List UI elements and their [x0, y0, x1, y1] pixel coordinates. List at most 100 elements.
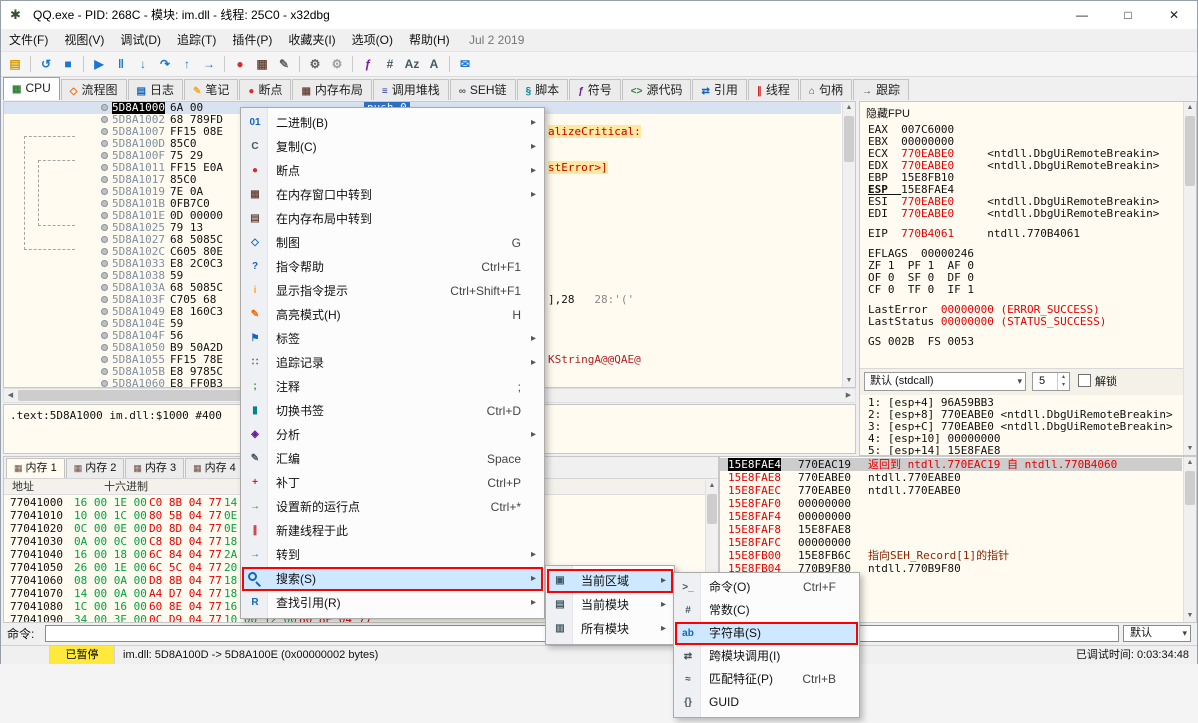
menu-item[interactable]: ▤在内存布局中转到: [242, 207, 543, 231]
stack-vertical-scrollbar[interactable]: ▲ ▼: [1183, 457, 1196, 622]
breakpoint-dot[interactable]: [101, 212, 108, 219]
menu-item[interactable]: ?指令帮助Ctrl+F1: [242, 255, 543, 279]
argument-line[interactable]: 5: [esp+14] 15E8FAE8: [868, 445, 1181, 456]
scroll-down-icon[interactable]: ▼: [1184, 610, 1196, 622]
tab-threads[interactable]: ∥线程: [748, 79, 799, 100]
menu-item[interactable]: ▥所有模块▸: [547, 617, 673, 641]
register-line[interactable]: GS 002B FS 0053: [868, 336, 1181, 348]
menu-item[interactable]: ;注释;: [242, 375, 543, 399]
scroll-up-icon[interactable]: ▲: [1184, 457, 1196, 469]
menu-item[interactable]: ⚑标签▸: [242, 327, 543, 351]
stack-row[interactable]: 15E8FAF000000000: [720, 497, 1182, 510]
constants-icon[interactable]: #: [380, 54, 400, 74]
menu-item[interactable]: ✎汇编Space: [242, 447, 543, 471]
maximize-button[interactable]: □: [1105, 1, 1151, 29]
stack-row[interactable]: 15E8FAFC00000000: [720, 536, 1182, 549]
breakpoint-dot[interactable]: [101, 344, 108, 351]
breakpoint-dot[interactable]: [101, 224, 108, 231]
scroll-down-icon[interactable]: ▼: [1184, 443, 1196, 455]
breakpoint-dot[interactable]: [101, 164, 108, 171]
step-into-icon[interactable]: ↓: [133, 54, 153, 74]
tab-source[interactable]: <>源代码: [622, 79, 692, 100]
hide-fpu-button[interactable]: 隐藏FPU: [866, 105, 910, 121]
menu-item[interactable]: ab字符串(S): [675, 622, 858, 645]
command-profile-dropdown[interactable]: 默认 ▾: [1123, 625, 1191, 642]
breakpoint-dot[interactable]: [101, 248, 108, 255]
menubar-item[interactable]: 文件(F): [1, 29, 56, 51]
calling-convention-select[interactable]: 默认 (stdcall) ▾: [864, 372, 1026, 391]
menu-item[interactable]: ✎高亮模式(H)H: [242, 303, 543, 327]
argument-count-spinner[interactable]: 5 ▴▾: [1032, 372, 1070, 391]
menu-item[interactable]: ▣当前区域▸: [547, 569, 673, 593]
menubar-item[interactable]: 调试(D): [112, 29, 169, 51]
settings-icon[interactable]: ⚙: [305, 54, 325, 74]
unlock-checkbox[interactable]: 解锁: [1078, 374, 1117, 389]
menu-item[interactable]: ◇制图G: [242, 231, 543, 255]
register-line[interactable]: LastStatus 00000000 (STATUS_SUCCESS): [868, 316, 1181, 328]
breakpoint-dot[interactable]: [101, 152, 108, 159]
menu-item[interactable]: ▦在内存窗口中转到▸: [242, 183, 543, 207]
tab-handles[interactable]: ⌂句柄: [800, 79, 852, 100]
menubar-item[interactable]: 帮助(H): [401, 29, 458, 51]
menubar-item[interactable]: 插件(P): [224, 29, 280, 51]
scroll-down-icon[interactable]: ▼: [843, 375, 855, 387]
scroll-up-icon[interactable]: ▲: [843, 102, 855, 114]
tab-trace[interactable]: →跟踪: [853, 79, 909, 100]
spinner-buttons[interactable]: ▴▾: [1057, 373, 1069, 390]
breakpoint-dot[interactable]: [101, 284, 108, 291]
stack-row[interactable]: 15E8FAE4770EAC19返回到 ntdll.770EAC19 自 ntd…: [720, 458, 1182, 471]
menu-item[interactable]: ∥新建线程于此: [242, 519, 543, 543]
breakpoint-dot[interactable]: [101, 356, 108, 363]
dump-tab-mem-2[interactable]: ▦内存 2: [66, 458, 125, 478]
tab-script[interactable]: §脚本: [517, 79, 569, 100]
breakpoint-dot[interactable]: [101, 308, 108, 315]
tab-memory-map[interactable]: ▦内存布局: [292, 79, 371, 100]
breakpoint-dot[interactable]: [101, 140, 108, 147]
menu-item[interactable]: >_命令(O)Ctrl+F: [675, 576, 858, 599]
spinner-up-icon[interactable]: ▴: [1062, 374, 1065, 380]
menu-item[interactable]: →设置新的运行点Ctrl+*: [242, 495, 543, 519]
restart-icon[interactable]: ↺: [36, 54, 56, 74]
menubar-item[interactable]: 追踪(T): [169, 29, 224, 51]
menu-item[interactable]: {}GUID: [675, 691, 858, 714]
stack-row[interactable]: 15E8FAE8770EABE0ntdll.770EABE0: [720, 471, 1182, 484]
run-icon[interactable]: ▶: [89, 54, 109, 74]
menubar-item[interactable]: 视图(V): [56, 29, 112, 51]
tab-call-stack[interactable]: ≡调用堆栈: [373, 79, 449, 100]
pause-icon[interactable]: ‖: [111, 54, 131, 74]
scrollbar-thumb[interactable]: [1185, 471, 1195, 505]
menu-item[interactable]: →转到▸: [242, 543, 543, 567]
breakpoint-dot[interactable]: [101, 272, 108, 279]
menubar-item[interactable]: 选项(O): [344, 29, 401, 51]
stop-icon[interactable]: ■: [58, 54, 78, 74]
disasm-vertical-scrollbar[interactable]: ▲ ▼: [842, 102, 855, 387]
tab-references[interactable]: ⇄引用: [692, 79, 746, 100]
tab-graph[interactable]: ◇流程图: [61, 79, 127, 100]
menu-item[interactable]: ≈匹配特征(P)Ctrl+B: [675, 668, 858, 691]
step-over-icon[interactable]: ↷: [155, 54, 175, 74]
breakpoint-dot[interactable]: [101, 176, 108, 183]
fx-icon[interactable]: ƒ: [358, 54, 378, 74]
scrollbar-thumb[interactable]: [844, 116, 854, 162]
close-button[interactable]: ✕: [1151, 1, 1197, 29]
scroll-up-icon[interactable]: ▲: [1184, 102, 1196, 114]
scroll-left-icon[interactable]: ◀: [4, 389, 17, 402]
breakpoint-dot[interactable]: [101, 200, 108, 207]
menu-item[interactable]: ∷追踪记录▸: [242, 351, 543, 375]
case-icon[interactable]: Az: [402, 54, 422, 74]
menu-item[interactable]: 搜索(S)▸: [242, 567, 543, 591]
breakpoint-dot[interactable]: [101, 380, 108, 387]
menu-item[interactable]: ▮切换书签Ctrl+D: [242, 399, 543, 423]
menu-item[interactable]: i显示指令提示Ctrl+Shift+F1: [242, 279, 543, 303]
memory-map-icon[interactable]: ▦: [252, 54, 272, 74]
stack-row[interactable]: 15E8FB0015E8FB6C指向SEH_Record[1]的指针: [720, 549, 1182, 562]
tab-log[interactable]: ▤日志: [128, 79, 183, 100]
menu-item[interactable]: +补丁Ctrl+P: [242, 471, 543, 495]
scrollbar-thumb[interactable]: [1185, 116, 1195, 186]
breakpoint-dot[interactable]: [101, 368, 108, 375]
minimize-button[interactable]: —: [1059, 1, 1105, 29]
breakpoint-icon[interactable]: ●: [230, 54, 250, 74]
register-line[interactable]: EDI 770EABE0 <ntdll.DbgUiRemoteBreakin>: [868, 208, 1181, 220]
registers-vertical-scrollbar[interactable]: ▲ ▼: [1183, 102, 1196, 455]
feedback-icon[interactable]: ✉: [455, 54, 475, 74]
